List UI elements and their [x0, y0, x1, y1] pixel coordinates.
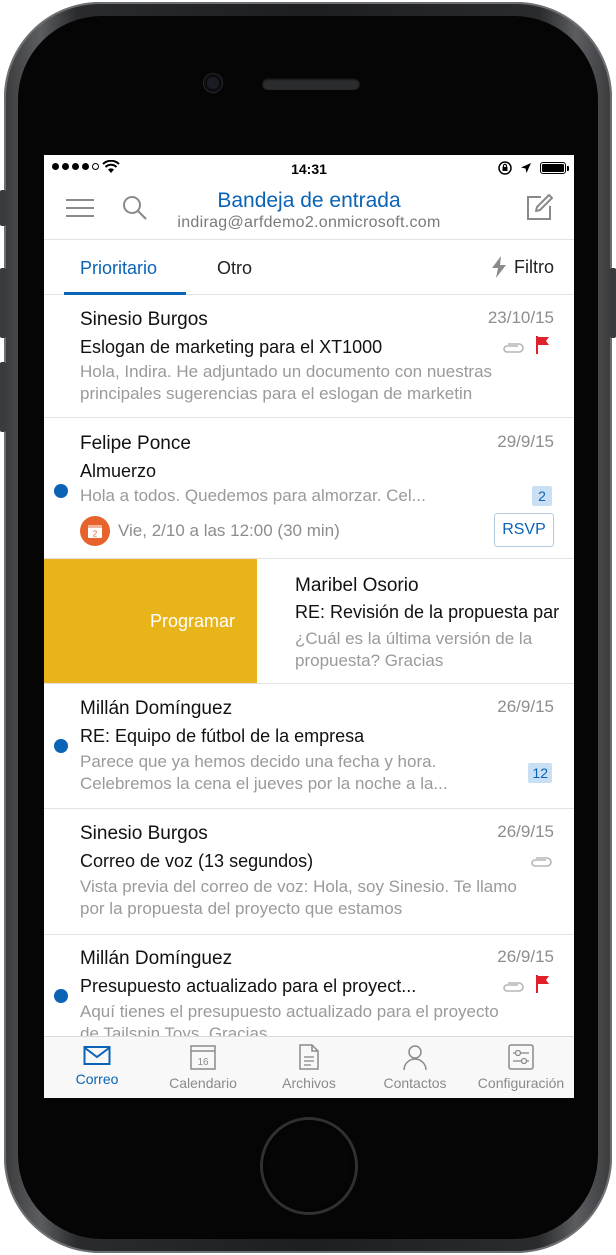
mail-subject: Presupuesto actualizado para el proyect.… — [80, 976, 417, 996]
page-title[interactable]: Bandeja de entrada — [44, 189, 574, 213]
tabbar-item-contacts[interactable]: Contactos — [362, 1043, 468, 1091]
tabbar-item-settings[interactable]: Configuración — [468, 1043, 574, 1091]
unread-indicator — [54, 739, 68, 753]
mail-preview: Parece que ya hemos decido una fecha y h… — [80, 752, 448, 793]
mail-date: 26/9/15 — [497, 822, 554, 841]
app-header: Bandeja de entrada indirag@arfdemo2.onmi… — [44, 183, 574, 239]
mail-subject: RE: Equipo de fútbol de la empresa — [80, 726, 365, 746]
paperclip-icon — [531, 857, 552, 867]
tabbar-label: Contactos — [383, 1075, 447, 1091]
event-text: Vie, 2/10 a las 12:00 (30 min) — [118, 521, 340, 540]
mail-sender: Sinesio Burgos — [80, 309, 208, 330]
unread-indicator — [54, 484, 68, 498]
event-info[interactable]: 2 Vie, 2/10 a las 12:00 (30 min) — [80, 516, 340, 546]
mail-date: 29/9/15 — [497, 432, 554, 451]
volume-up-button — [0, 268, 6, 338]
envelope-icon — [83, 1046, 111, 1065]
mail-subject: RE: Revisión de la propuesta par — [295, 602, 560, 622]
tabbar-item-mail[interactable]: Correo — [44, 1043, 150, 1087]
calendar-day-number: 16 — [197, 1057, 209, 1068]
unread-indicator — [54, 989, 68, 1003]
earpiece-speaker — [262, 78, 360, 90]
filter-label: Filtro — [514, 256, 554, 277]
tabbar-label: Archivos — [282, 1075, 336, 1091]
status-bar: 14:31 — [44, 155, 574, 183]
list-item[interactable]: Sinesio Burgos 26/9/15 Correo de voz (13… — [44, 809, 574, 935]
flag-icon[interactable] — [536, 336, 550, 354]
home-button[interactable] — [263, 1120, 355, 1212]
screen: 14:31 Bandeja de entrada indirag@arfdemo… — [44, 155, 574, 1098]
swiped-mail-content[interactable]: Maribel Osorio RE: Revisión de la propue… — [257, 559, 574, 683]
status-time: 14:31 — [291, 161, 327, 177]
mail-preview: Aquí tienes el presupuesto actualizado p… — [80, 1002, 499, 1037]
mail-preview: Vista previa del correo de voz: Hola, so… — [80, 877, 517, 918]
thread-count-badge: 2 — [532, 486, 552, 506]
mail-subject: Eslogan de marketing para el XT1000 — [80, 337, 383, 357]
tabbar-label: Correo — [75, 1071, 119, 1087]
sliders-icon — [508, 1044, 534, 1070]
list-item[interactable]: Sinesio Burgos 23/10/15 Eslogan de marke… — [44, 295, 574, 418]
account-email: indirag@arfdemo2.onmicrosoft.com — [177, 214, 441, 231]
front-camera — [204, 74, 222, 92]
mail-preview: Hola, Indira. He adjuntado un documento … — [80, 362, 493, 403]
mail-subject: Almuerzo — [80, 461, 157, 481]
tab-other[interactable]: Otro — [217, 258, 252, 279]
bottom-tab-bar: Correo 16 Calendario Archivos Contactos … — [44, 1036, 574, 1098]
battery-icon — [540, 162, 569, 174]
mail-date: 26/9/15 — [497, 697, 554, 716]
mail-preview: Hola a todos. Quedemos para almorzar. Ce… — [80, 486, 426, 505]
compose-icon[interactable] — [524, 193, 554, 223]
rsvp-button[interactable]: RSVP — [494, 513, 554, 547]
person-icon — [403, 1045, 427, 1071]
document-icon — [299, 1044, 319, 1070]
calendar-event-icon: 2 — [80, 516, 110, 546]
swiped-list-item[interactable]: Programar Maribel Osorio RE: Revisión de… — [44, 559, 574, 684]
mute-switch — [0, 190, 6, 226]
schedule-action-button[interactable]: Programar — [44, 559, 257, 683]
volume-down-button — [0, 362, 6, 432]
tabbar-label: Calendario — [169, 1075, 237, 1091]
tabbar-item-calendar[interactable]: 16 Calendario — [150, 1043, 256, 1091]
list-item[interactable]: Millán Domínguez 26/9/15 RE: Equipo de f… — [44, 684, 574, 809]
paperclip-icon — [503, 343, 524, 353]
event-day-number: 2 — [93, 530, 98, 539]
mail-sender: Sinesio Burgos — [80, 823, 208, 844]
mail-sender: Millán Domínguez — [80, 948, 233, 969]
inbox-tabs: Prioritario Otro Filtro — [44, 239, 574, 295]
orientation-lock-icon — [498, 161, 512, 175]
paperclip-icon — [503, 982, 524, 992]
tab-focused[interactable]: Prioritario — [80, 258, 157, 279]
filter-button[interactable]: Filtro — [492, 256, 554, 278]
power-button — [610, 268, 616, 338]
mail-date: 26/9/15 — [497, 947, 554, 966]
mail-date: 23/10/15 — [487, 308, 554, 327]
list-item[interactable]: Millán Domínguez 26/9/15 Presupuesto act… — [44, 935, 574, 1038]
tabbar-item-files[interactable]: Archivos — [256, 1043, 362, 1091]
calendar-icon: 16 — [190, 1045, 216, 1070]
lightning-icon — [492, 256, 506, 278]
mail-subject: Correo de voz (13 segundos) — [80, 851, 314, 871]
schedule-action-label: Programar — [149, 611, 235, 631]
tabbar-label: Configuración — [477, 1075, 565, 1091]
location-icon — [521, 163, 531, 173]
flag-icon[interactable] — [536, 975, 550, 993]
mail-sender: Millán Domínguez — [80, 698, 233, 719]
mail-preview: ¿Cuál es la última versión de la propues… — [295, 629, 533, 670]
mail-sender: Felipe Ponce — [80, 433, 191, 454]
thread-count-badge: 12 — [528, 763, 552, 783]
list-item[interactable]: Felipe Ponce 29/9/15 Almuerzo Hola a tod… — [44, 418, 574, 559]
mail-sender: Maribel Osorio — [295, 575, 419, 596]
